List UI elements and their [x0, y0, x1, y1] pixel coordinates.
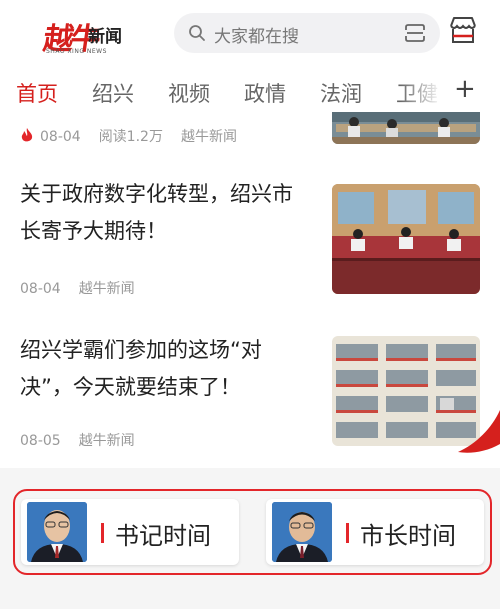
article-meta: 08-05 越牛新闻 — [20, 430, 153, 450]
add-channel-icon[interactable]: + — [454, 74, 476, 104]
article-source: 越牛新闻 — [78, 433, 135, 449]
article-title[interactable]: 关于政府数字化转型，绍兴市长寄予大期待！ — [20, 176, 310, 250]
search-bar[interactable]: 大家都在搜 — [174, 13, 440, 53]
article-date: 08-04 — [40, 129, 81, 145]
logo-english-text: SHAO XING NEWS — [46, 48, 107, 55]
store-icon[interactable] — [448, 15, 478, 45]
leader-entry-frame: 书记时间 市长时间 — [13, 489, 492, 575]
channel-tabs: 首页 绍兴 视频 政情 法润 卫健 + — [0, 72, 500, 112]
secretary-time-button[interactable]: 书记时间 — [21, 499, 239, 565]
mayor-time-label: 市长时间 — [360, 522, 456, 550]
divider-bar — [101, 523, 104, 543]
divider-bar — [346, 523, 349, 543]
article-thumbnail — [332, 112, 480, 144]
search-placeholder: 大家都在搜 — [214, 27, 299, 47]
tab-shaoxing[interactable]: 绍兴 — [92, 78, 134, 108]
news-feed: 08-04 阅读1.2万 越牛新闻 关于政府数字化转型，绍兴市长寄予大期待！ 08-… — [0, 112, 500, 468]
mayor-avatar — [272, 502, 332, 562]
tab-fade — [400, 72, 450, 112]
scan-icon[interactable] — [404, 23, 426, 43]
logo-sub-text: 新闻 — [88, 27, 122, 47]
article-reads: 阅读1.2万 — [98, 129, 163, 145]
article-meta: 08-04 越牛新闻 — [20, 278, 153, 298]
app-logo[interactable]: 越牛 新闻 SHAO XING NEWS — [41, 14, 134, 57]
hot-fire-icon — [21, 128, 33, 142]
article-thumbnail — [332, 184, 480, 294]
article-source: 越牛新闻 — [78, 281, 135, 297]
tab-video[interactable]: 视频 — [168, 78, 210, 108]
tab-law[interactable]: 法润 — [320, 78, 362, 108]
decorative-swoosh-icon — [458, 410, 500, 453]
tab-politics[interactable]: 政情 — [244, 78, 286, 108]
mayor-time-button[interactable]: 市长时间 — [266, 499, 484, 565]
tab-home[interactable]: 首页 — [16, 78, 58, 108]
article-meta: 08-04 阅读1.2万 越牛新闻 — [20, 126, 255, 146]
article-title[interactable]: 绍兴学霸们参加的这场“对决”，今天就要结束了！ — [20, 332, 310, 406]
search-icon — [189, 25, 205, 41]
article-date: 08-05 — [20, 433, 61, 449]
article-date: 08-04 — [20, 281, 61, 297]
secretary-time-label: 书记时间 — [115, 522, 211, 550]
app-header: 越牛 新闻 SHAO XING NEWS 大家都在搜 — [0, 0, 500, 66]
article-source: 越牛新闻 — [180, 129, 237, 145]
secretary-avatar — [27, 502, 87, 562]
